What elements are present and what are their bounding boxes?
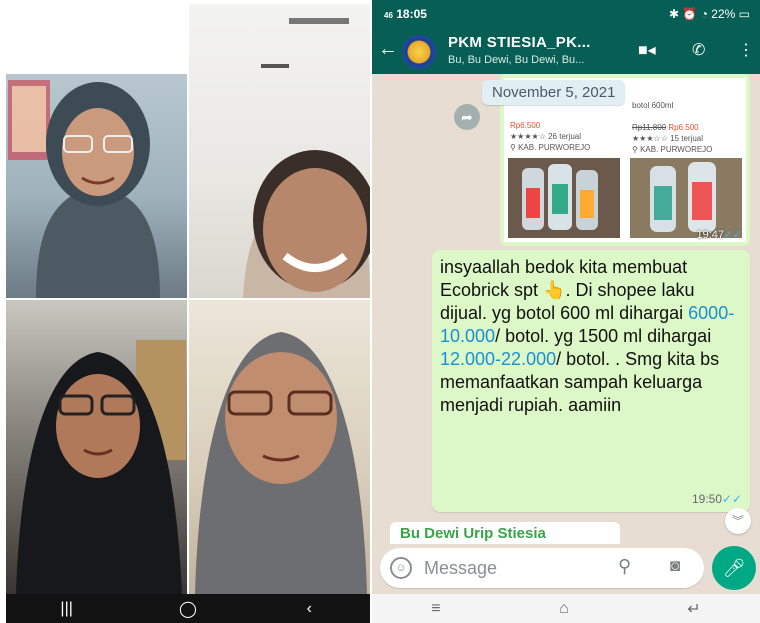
status-right: ✱ ⏰ ◔ 22% ▭ xyxy=(669,7,750,21)
product-card-left: Rp6.500 ★★★★☆ 26 terjual ⚲ KAB. PURWOREJ… xyxy=(506,98,622,238)
video-tile-participant-2[interactable] xyxy=(189,4,370,298)
message-input[interactable]: Message xyxy=(424,558,497,579)
attach-icon[interactable]: ⚲ xyxy=(618,556,631,577)
battery-level: 22% xyxy=(711,7,736,21)
phone-icon[interactable]: ✆ xyxy=(692,40,705,60)
text-message[interactable]: insyaallah bedok kita membuat Ecobrick s… xyxy=(432,250,750,512)
forward-icon[interactable]: ➦ xyxy=(454,104,480,130)
chat-title[interactable]: PKM STIESIA_PK... xyxy=(448,34,591,51)
read-receipt-icon: ✓✓ xyxy=(723,229,742,241)
recents-button[interactable]: ||| xyxy=(47,600,87,618)
emoji-icon[interactable]: ☺ xyxy=(390,557,412,579)
home-nav-icon[interactable]: ⌂ xyxy=(559,600,569,618)
chat-members[interactable]: Bu, Bu Dewi, Bu Dewi, Bu... xyxy=(448,54,584,66)
product-card-right: botol 600ml Rp11.800 Rp6.500 ★★★☆☆ 15 te… xyxy=(628,98,744,238)
status-bar: 46 18:05 ✱ ⏰ ◔ 22% ▭ xyxy=(372,0,760,28)
read-receipt-icon: ✓✓ xyxy=(721,492,742,506)
back-nav-icon[interactable]: ↵ xyxy=(687,599,700,619)
message-time: 19:50 xyxy=(691,492,722,506)
video-tile-participant-4[interactable] xyxy=(189,300,370,594)
android-navbar-right: ≡ ⌂ ↵ xyxy=(372,594,760,623)
message-text: insyaallah bedok kita membuat Ecobrick s… xyxy=(440,257,735,415)
sender-name: Bu Dewi Urip Stiesia xyxy=(400,525,546,542)
video-icon[interactable]: ■◂ xyxy=(638,40,656,60)
back-button[interactable]: ‹ xyxy=(289,600,329,618)
wifi-icon: ◔ xyxy=(700,7,708,21)
home-button[interactable]: ◯ xyxy=(168,599,208,619)
message-composer[interactable]: ☺ Message ⚲ ◙ xyxy=(380,548,704,588)
group-avatar[interactable] xyxy=(402,35,436,69)
image-message-time: 19:47 xyxy=(696,229,724,241)
alarm-icon: ⏰ xyxy=(682,7,698,21)
pointing-up-emoji: 👆 xyxy=(543,280,566,300)
mic-icon: 🎤︎ xyxy=(722,558,746,578)
camera-icon[interactable]: ◙ xyxy=(670,556,680,576)
status-time: 46 18:05 xyxy=(384,7,427,21)
phone-link-2[interactable]: 12.000-22.000 xyxy=(440,349,556,369)
more-icon[interactable]: ⋮ xyxy=(738,40,754,60)
whatsapp-chat-screen: 46 18:05 ✱ ⏰ ◔ 22% ▭ ← PKM STIESIA_PK...… xyxy=(372,0,760,623)
menu-nav-icon[interactable]: ≡ xyxy=(431,600,440,618)
mic-button[interactable]: 🎤︎ xyxy=(712,546,756,590)
video-tile-participant-3[interactable] xyxy=(6,300,187,594)
bluetooth-icon: ✱ xyxy=(668,7,680,21)
video-call-panel: ||| ◯ ‹ xyxy=(0,0,372,623)
video-tile-participant-1[interactable] xyxy=(6,74,187,298)
battery-icon: ▭ xyxy=(738,7,750,21)
back-arrow-icon[interactable]: ← xyxy=(378,38,398,61)
android-navbar-left: ||| ◯ ‹ xyxy=(6,594,370,623)
date-separator: November 5, 2021 xyxy=(482,80,626,105)
chat-header: ← PKM STIESIA_PK... Bu, Bu Dewi, Bu Dewi… xyxy=(372,28,760,74)
scroll-down-button[interactable]: ︾ xyxy=(725,508,751,534)
next-message-preview[interactable]: Bu Dewi Urip Stiesia xyxy=(390,522,620,544)
